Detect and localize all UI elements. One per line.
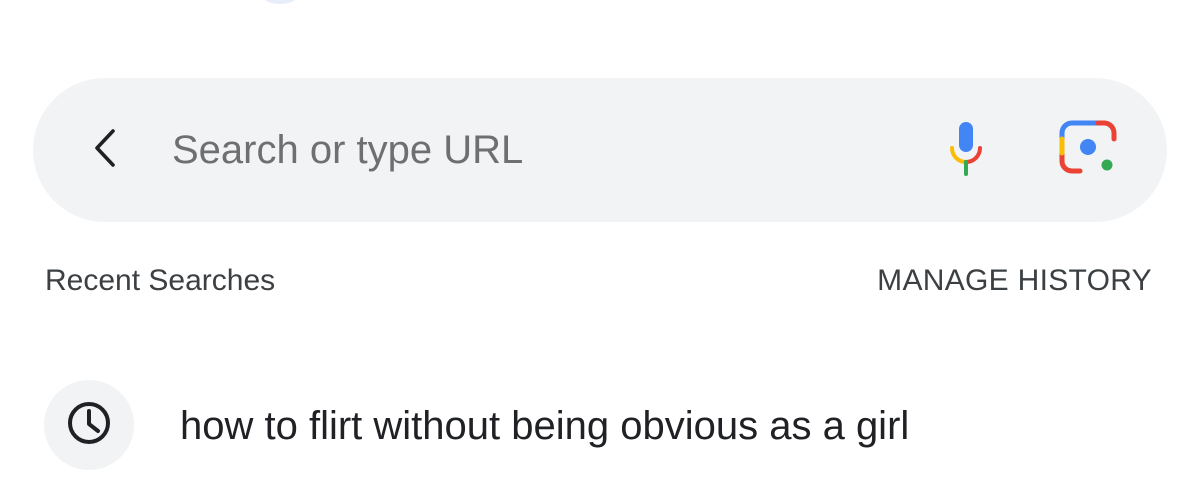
voice-search-button[interactable] [938, 114, 994, 186]
chevron-left-icon [89, 128, 119, 173]
history-item-text: how to flirt without being obvious as a … [180, 404, 910, 448]
microphone-icon [944, 118, 988, 183]
history-icon-container [44, 380, 134, 470]
partial-avatar [262, 0, 298, 4]
recent-searches-heading: Recent Searches [45, 264, 276, 297]
manage-history-link[interactable]: MANAGE HISTORY [877, 264, 1152, 298]
google-lens-icon [1056, 117, 1120, 184]
page: Recent Searches MANAGE HISTORY how to fl… [0, 0, 1200, 488]
history-item[interactable]: how to flirt without being obvious as a … [0, 380, 1200, 480]
back-button[interactable] [76, 122, 132, 178]
clock-icon [65, 399, 113, 452]
lens-search-button[interactable] [1050, 114, 1126, 186]
search-input[interactable] [172, 118, 892, 182]
